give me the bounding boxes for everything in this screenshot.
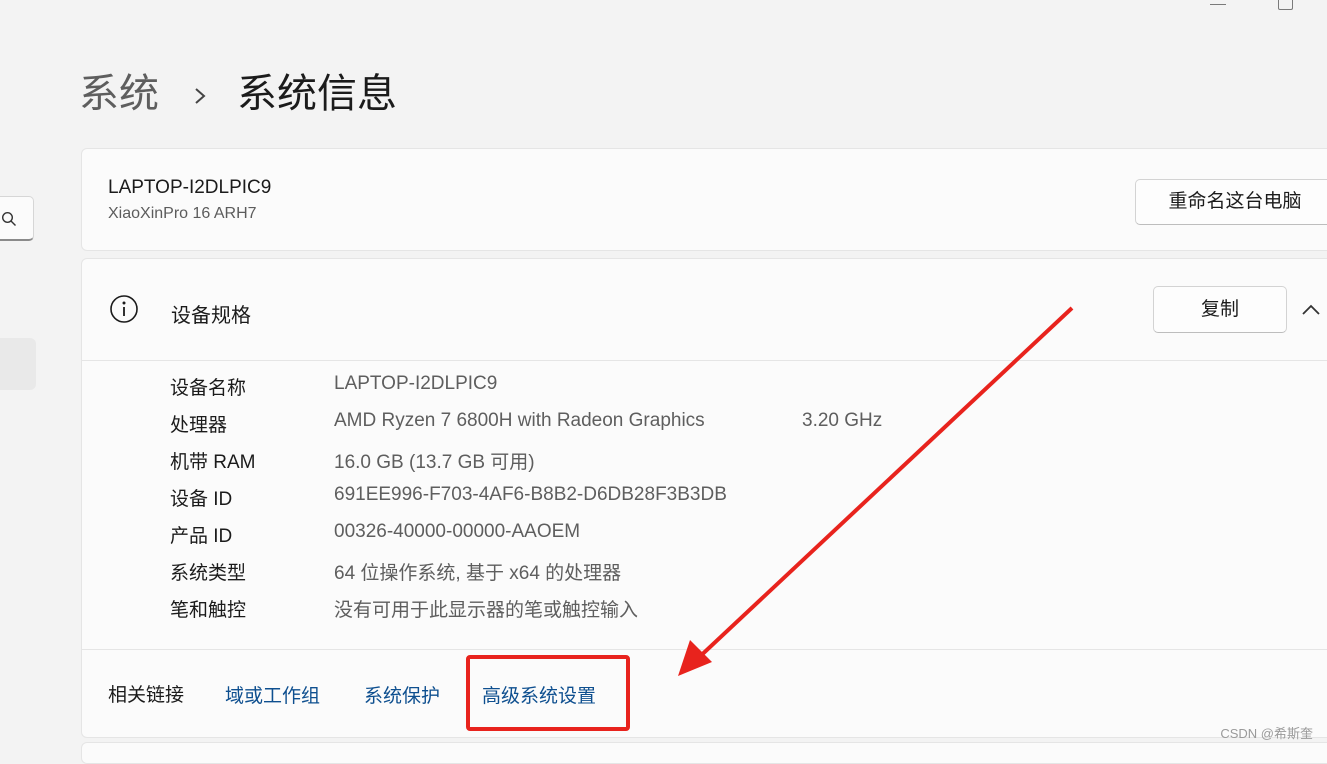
link-system-protection[interactable]: 系统保护 bbox=[364, 681, 440, 708]
breadcrumb-parent[interactable]: 系统 bbox=[79, 66, 159, 122]
spec-label: 设备 ID bbox=[170, 489, 233, 510]
watermark: CSDN @希斯奎 bbox=[1220, 726, 1313, 741]
spec-row: 机带 RAM 16.0 GB (13.7 GB 可用) bbox=[82, 447, 1327, 484]
spec-value: 00326-40000-00000-AAOEM bbox=[334, 521, 581, 542]
sidebar-item-selected[interactable] bbox=[0, 338, 36, 390]
copy-button[interactable]: 复制 bbox=[1153, 286, 1287, 333]
spec-row: 笔和触控 没有可用于此显示器的笔或触控输入 bbox=[82, 595, 1327, 632]
breadcrumb: 系统 系统信息 bbox=[79, 66, 397, 122]
spec-value: 64 位操作系统, 基于 x64 的处理器 bbox=[334, 563, 622, 584]
info-icon bbox=[109, 294, 139, 329]
search-input[interactable] bbox=[0, 196, 34, 241]
spec-value: 16.0 GB (13.7 GB 可用) bbox=[334, 452, 535, 473]
spec-label: 机带 RAM bbox=[170, 452, 256, 473]
pc-name-card: LAPTOP-I2DLPIC9 XiaoXinPro 16 ARH7 重命名这台… bbox=[81, 148, 1327, 251]
page-title: 系统信息 bbox=[237, 72, 397, 116]
chevron-right-icon bbox=[185, 66, 215, 122]
search-icon bbox=[1, 211, 17, 232]
spec-row: 设备名称 LAPTOP-I2DLPIC9 bbox=[82, 373, 1327, 410]
device-specs-card: 设备规格 复制 设备名称 LAPTOP-I2DLPIC9 处理器 AMD Ryz… bbox=[81, 258, 1327, 738]
spec-row: 系统类型 64 位操作系统, 基于 x64 的处理器 bbox=[82, 558, 1327, 595]
chevron-up-icon[interactable] bbox=[1301, 303, 1321, 322]
minimize-icon[interactable] bbox=[1208, 0, 1228, 10]
spec-label: 产品 ID bbox=[170, 526, 233, 547]
annotation-highlight-box bbox=[466, 655, 630, 731]
spec-label: 处理器 bbox=[170, 415, 228, 436]
spec-value: 691EE996-F703-4AF6-B8B2-D6DB28F3B3DB bbox=[334, 484, 727, 505]
rename-pc-button[interactable]: 重命名这台电脑 bbox=[1135, 179, 1327, 225]
spec-row: 处理器 AMD Ryzen 7 6800H with Radeon Graphi… bbox=[82, 410, 1327, 447]
device-specs-header[interactable]: 设备规格 复制 bbox=[82, 259, 1327, 361]
maximize-icon[interactable] bbox=[1278, 0, 1294, 12]
spec-value: LAPTOP-I2DLPIC9 bbox=[334, 373, 498, 394]
next-card bbox=[81, 742, 1327, 764]
spec-label: 设备名称 bbox=[170, 378, 247, 399]
spec-label: 笔和触控 bbox=[170, 600, 247, 621]
device-specs-title: 设备规格 bbox=[171, 305, 251, 327]
spec-extra: 3.20 GHz bbox=[802, 410, 883, 431]
spec-value: 没有可用于此显示器的笔或触控输入 bbox=[334, 600, 639, 621]
link-domain-workgroup[interactable]: 域或工作组 bbox=[225, 681, 320, 708]
spec-value: AMD Ryzen 7 6800H with Radeon Graphics bbox=[334, 410, 705, 431]
related-links-title: 相关链接 bbox=[108, 685, 185, 706]
pc-name: LAPTOP-I2DLPIC9 bbox=[108, 177, 272, 198]
spec-row: 设备 ID 691EE996-F703-4AF6-B8B2-D6DB28F3B3… bbox=[82, 484, 1327, 521]
spec-label: 系统类型 bbox=[170, 563, 247, 584]
spec-row: 产品 ID 00326-40000-00000-AAOEM bbox=[82, 521, 1327, 558]
pc-model: XiaoXinPro 16 ARH7 bbox=[108, 205, 257, 222]
related-links: 相关链接 域或工作组 系统保护 高级系统设置 bbox=[82, 649, 1327, 739]
